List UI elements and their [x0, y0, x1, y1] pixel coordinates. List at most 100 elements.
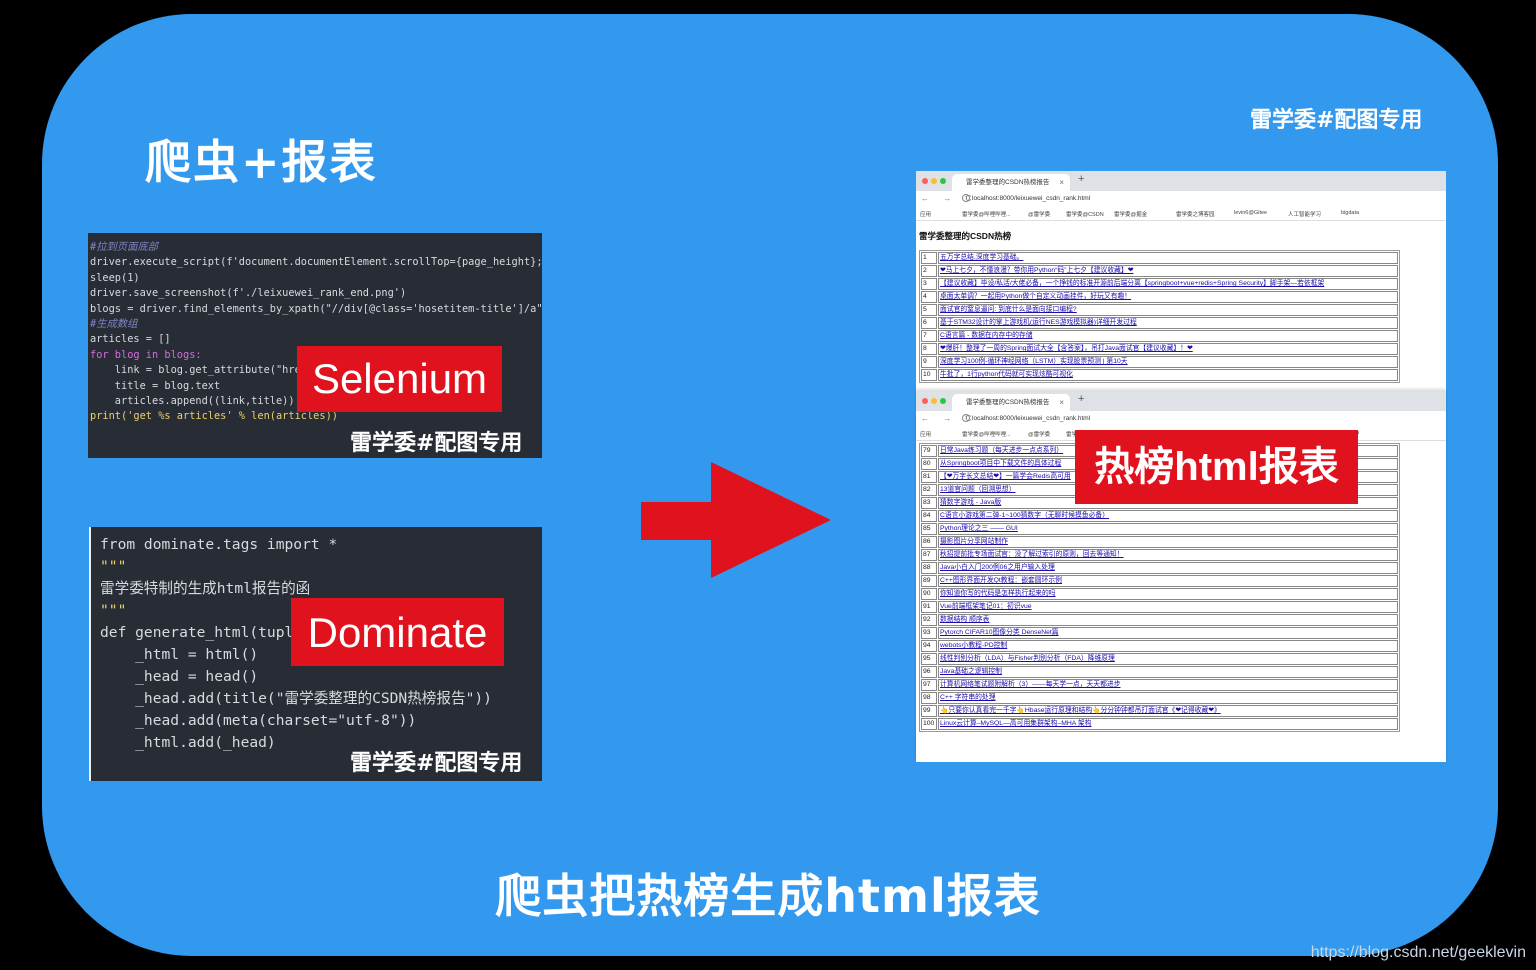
close-tab-icon[interactable]: ×	[1059, 174, 1064, 191]
rank-number: 4	[921, 291, 937, 303]
article-link[interactable]: 五万字总结,深度学习基础。	[938, 252, 1398, 264]
article-link[interactable]: Linux云计算–MySQL—高可用集群架构–MHA 架构	[938, 718, 1398, 730]
browser-tab[interactable]: 雷学委整理的CSDN热榜报告 ×	[952, 174, 1070, 191]
article-link[interactable]: 你知道你写的代码是怎样执行起来的吗	[938, 588, 1398, 600]
watermark-dominate: 雷学委#配图专用	[350, 751, 523, 776]
browser-tab[interactable]: 雷学委整理的CSDN热榜报告 ×	[952, 394, 1070, 411]
bookmark[interactable]: @雷学委	[1028, 430, 1050, 438]
article-link[interactable]: Java小白入门200例06之用户输入处理	[938, 562, 1398, 574]
rank-number: 96	[921, 666, 937, 678]
rank-number: 84	[921, 510, 937, 522]
table-row: 96 Java基础之逻辑控制	[921, 666, 1398, 678]
bookmark[interactable]: 雷学委之博客园	[1176, 210, 1215, 218]
maximize-window-icon[interactable]	[940, 398, 946, 404]
slide-caption: 爬虫把热榜生成html报表	[495, 869, 1041, 923]
slide-title: 爬虫+报表	[145, 135, 378, 189]
article-link[interactable]: 👆只要你认真看完一千字👆Hbase运行原理和结构👆分分钟钟都吊打面试官《❤记得收…	[938, 705, 1398, 717]
rank-number: 83	[921, 497, 937, 509]
code-line: driver.execute_script(f'document.documen…	[90, 256, 542, 269]
article-link[interactable]: 【建议收藏】毕设/私活/大佬必备，一个挣钱的标准开源前后端分离【springbo…	[938, 278, 1398, 290]
article-link[interactable]: C语言小游戏第二弹-1~100猜数字（无聊时候摸鱼必备）	[938, 510, 1398, 522]
tab-bar: 雷学委整理的CSDN热榜报告 × +	[916, 391, 1446, 411]
rank-number: 88	[921, 562, 937, 574]
rank-number: 80	[921, 458, 937, 470]
rank-number: 9	[921, 356, 937, 368]
close-window-icon[interactable]	[922, 398, 928, 404]
rank-table-top: 1 五万字总结,深度学习基础。 2 ❤马上七夕，不懂浪漫？带你用Python“码”上七…	[919, 250, 1400, 383]
code-line: """	[100, 558, 127, 575]
url-field[interactable]: localhost:8000/leixuewei_csdn_rank.html	[972, 195, 1090, 202]
code-line: driver.save_screenshot(f'./leixuewei_ran…	[90, 287, 407, 300]
new-tab-icon[interactable]: +	[1078, 173, 1084, 185]
bookmark[interactable]: 应用	[920, 210, 931, 218]
table-row: 93 Pytorch CIFAR10图像分类 DenseNet篇	[921, 627, 1398, 639]
table-row: 88 Java小白入门200例06之用户输入处理	[921, 562, 1398, 574]
code-line: _head = head()	[100, 668, 259, 685]
address-bar: ← → C i localhost:8000/leixuewei_csdn_ra…	[916, 411, 1446, 428]
tab-bar: 雷学委整理的CSDN热榜报告 × +	[916, 171, 1446, 191]
address-bar: ← → C i localhost:8000/leixuewei_csdn_ra…	[916, 191, 1446, 208]
bookmark[interactable]: 人工智能学习	[1288, 210, 1321, 218]
rank-number: 2	[921, 265, 937, 277]
rank-number: 82	[921, 484, 937, 496]
minimize-window-icon[interactable]	[931, 178, 937, 184]
url-field[interactable]: localhost:8000/leixuewei_csdn_rank.html	[972, 415, 1090, 422]
article-link[interactable]: webots小教程-PD控制	[938, 640, 1398, 652]
bookmark[interactable]: levin6@Gitee	[1234, 210, 1267, 216]
bookmark[interactable]: 雷学委@哔哩哔哩...	[962, 430, 1011, 438]
article-link[interactable]: Java基础之逻辑控制	[938, 666, 1398, 678]
table-row: 8 ❤爆肝！整理了一周的Spring面试大全【含答案】，吊打Java面试官【建议收…	[921, 343, 1398, 355]
table-row: 89 C++图形界面开发Qt教程：嵌套圆环示例	[921, 575, 1398, 587]
minimize-window-icon[interactable]	[931, 398, 937, 404]
table-row: 86 摄影图片分享网站制作	[921, 536, 1398, 548]
article-link[interactable]: 摄影图片分享网站制作	[938, 536, 1398, 548]
article-link[interactable]: 数据结构 顺序表	[938, 614, 1398, 626]
tab-title: 雷学委整理的CSDN热榜报告	[966, 179, 1050, 186]
close-tab-icon[interactable]: ×	[1059, 394, 1064, 411]
browser-window-top: 雷学委整理的CSDN热榜报告 × + ← → C i localhost:800…	[916, 171, 1446, 391]
article-link[interactable]: C++ 字符串的处理	[938, 692, 1398, 704]
bookmarks-bar: 应用 雷学委@哔哩哔哩... @雷学委 雷学委@CSDN 雷学委@掘金 雷学委之…	[916, 208, 1446, 221]
article-link[interactable]: 深度学习100例-循环神经网络（LSTM）实现股票预测 | 第10天	[938, 356, 1398, 368]
article-link[interactable]: 计算机网络笔试题附解析（3）——每天学一点，天天都进步	[938, 679, 1398, 691]
rank-number: 94	[921, 640, 937, 652]
rank-number: 93	[921, 627, 937, 639]
rank-number: 6	[921, 317, 937, 329]
table-row: 4 桌面太单调？一起用Python做个自定义动画挂件，好玩又有趣！	[921, 291, 1398, 303]
article-link[interactable]: ❤爆肝！整理了一周的Spring面试大全【含答案】，吊打Java面试官【建议收藏…	[938, 343, 1398, 355]
article-link[interactable]: 秋招提前批专场面试官：没了解过索引的原则，回去等通知！	[938, 549, 1398, 561]
bookmark[interactable]: bigdata	[1341, 210, 1359, 216]
article-link[interactable]: 桌面太单调？一起用Python做个自定义动画挂件，好玩又有趣！	[938, 291, 1398, 303]
bookmark[interactable]: 雷学委@哔哩哔哩...	[962, 210, 1011, 218]
table-row: 3 【建议收藏】毕设/私活/大佬必备，一个挣钱的标准开源前后端分离【springb…	[921, 278, 1398, 290]
close-window-icon[interactable]	[922, 178, 928, 184]
rank-number: 87	[921, 549, 937, 561]
rank-number: 85	[921, 523, 937, 535]
article-link[interactable]: C++图形界面开发Qt教程：嵌套圆环示例	[938, 575, 1398, 587]
rank-number: 10	[921, 369, 937, 381]
bookmark[interactable]: 雷学委@CSDN	[1066, 210, 1104, 218]
bookmark[interactable]: 雷学委@掘金	[1114, 210, 1147, 218]
selenium-label: Selenium	[297, 346, 502, 412]
table-row: 1 五万字总结,深度学习基础。	[921, 252, 1398, 264]
bookmark[interactable]: @雷学委	[1028, 210, 1050, 218]
article-link[interactable]: ❤马上七夕，不懂浪漫？带你用Python“码”上七夕【建议收藏】❤	[938, 265, 1398, 277]
bookmark[interactable]: 应用	[920, 430, 931, 438]
article-link[interactable]: C语言篇 - 数据在内存中的存储	[938, 330, 1398, 342]
rank-number: 81	[921, 471, 937, 483]
article-link[interactable]: Vue前端框架笔记01：初识vue	[938, 601, 1398, 613]
article-link[interactable]: 基于STM32设计的掌上游戏机(运行NES游戏模拟器)详细开发过程	[938, 317, 1398, 329]
article-link[interactable]: 牛批了，1行python代码就可实现炫酷可视化	[938, 369, 1398, 381]
article-link[interactable]: 面试官的窒息逼问: 到底什么是面向接口编程?	[938, 304, 1398, 316]
article-link[interactable]: 线性判别分析（LDA）与Fisher判别分析（FDA）降维原理	[938, 653, 1398, 665]
maximize-window-icon[interactable]	[940, 178, 946, 184]
table-row: 9 深度学习100例-循环神经网络（LSTM）实现股票预测 | 第10天	[921, 356, 1398, 368]
code-line: #生成数组	[90, 318, 138, 331]
table-row: 94 webots小教程-PD控制	[921, 640, 1398, 652]
article-link[interactable]: Python理论之三 —— GUI	[938, 523, 1398, 535]
article-link[interactable]: Pytorch CIFAR10图像分类 DenseNet篇	[938, 627, 1398, 639]
info-icon[interactable]: i	[962, 194, 970, 202]
new-tab-icon[interactable]: +	[1078, 393, 1084, 405]
code-line: blogs = driver.find_elements_by_xpath("/…	[90, 302, 542, 315]
info-icon[interactable]: i	[962, 414, 970, 422]
